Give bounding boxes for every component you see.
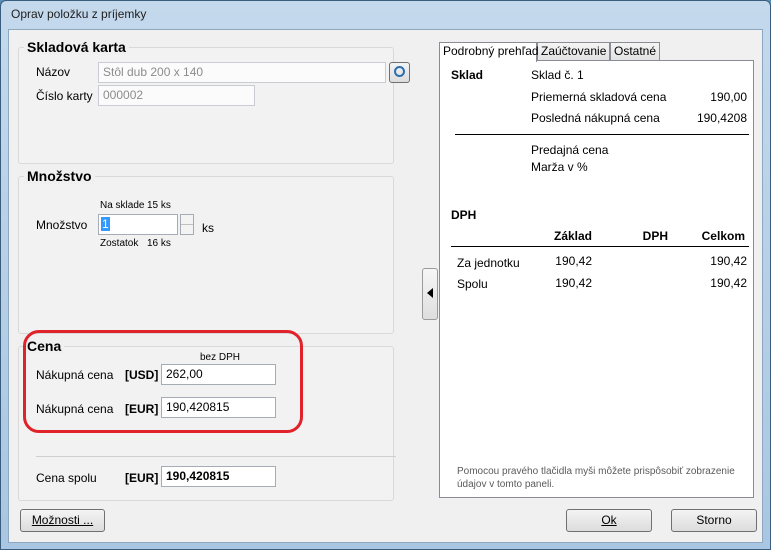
ok-button[interactable]: Ok (566, 509, 652, 532)
row-spolu-label: Spolu (457, 277, 488, 291)
mnozstvo-unit: ks (202, 221, 214, 235)
dph-header-divider (451, 246, 749, 247)
group-mnozstvo (18, 176, 394, 334)
row-za-jednotku-celkom: 190,42 (710, 254, 747, 268)
annotation-highlight (23, 330, 303, 433)
nazov-label: Názov (36, 65, 71, 79)
row-za-jednotku-label: Za jednotku (457, 256, 520, 270)
mnozstvo-label: Množstvo (36, 218, 88, 232)
detail-divider (455, 134, 749, 135)
window-title: Oprav položku z príjemky (11, 7, 147, 21)
cena-separator (36, 456, 396, 457)
dph-title: DPH (451, 208, 477, 222)
cislo-karty-field[interactable]: 000002 (98, 85, 255, 106)
col-celkom: Celkom (701, 229, 745, 243)
na-sklade-value: 15 ks (147, 200, 171, 211)
row-za-jednotku-zaklad: 190,42 (555, 254, 592, 268)
group-title-mnozstvo: Množstvo (24, 168, 95, 184)
panel-hint: Pomocou pravého tlačidla myši môžete pri… (457, 466, 735, 490)
priemerna-cena-label: Priemerná skladová cena (531, 90, 667, 104)
priemerna-cena-value: 190,00 (710, 90, 747, 104)
storno-label: Storno (696, 513, 732, 527)
dialog-window: Oprav položku z príjemky Skladová karta … (0, 0, 771, 550)
storno-button[interactable]: Storno (671, 509, 757, 532)
cena-spolu-field[interactable]: 190,420815 (161, 466, 276, 487)
tab-zauctovanie[interactable]: Zaúčtovanie (537, 42, 610, 61)
cena-spolu-label: Cena spolu (36, 471, 97, 485)
na-sklade-label: Na sklade (100, 200, 145, 211)
dialog-client-area: Skladová karta Názov Stôl dub 200 x 140 … (8, 29, 763, 543)
predajna-cena-label: Predajná cena (531, 143, 609, 157)
collapse-panel-button[interactable] (422, 268, 438, 320)
posledna-cena-value: 190,4208 (696, 111, 747, 125)
search-card-button[interactable] (389, 62, 410, 83)
chevron-left-icon (427, 288, 433, 298)
marza-label: Marža v % (531, 160, 588, 174)
mnozstvo-input[interactable]: 1 (98, 214, 178, 235)
tab-ostatne[interactable]: Ostatné (610, 42, 660, 61)
mnozstvo-value: 1 (101, 217, 110, 231)
mnozstvo-spinner[interactable] (180, 214, 194, 235)
spin-up-icon[interactable] (181, 215, 193, 225)
posledna-cena-label: Posledná nákupná cena (531, 111, 660, 125)
cislo-karty-label: Číslo karty (36, 89, 93, 103)
row-spolu-celkom: 190,42 (710, 276, 747, 290)
sklad-value: Sklad č. 1 (531, 68, 584, 82)
tab-podrobny-prehlad[interactable]: Podrobný prehľad (439, 42, 539, 62)
sklad-label: Sklad (451, 68, 484, 82)
detail-panel: Sklad Sklad č. 1 Priemerná skladová cena… (439, 60, 754, 498)
search-icon (394, 66, 405, 77)
zostatok-value: 16 ks (147, 238, 171, 249)
row-spolu-zaklad: 190,42 (555, 276, 592, 290)
nazov-field[interactable]: Stôl dub 200 x 140 (98, 62, 386, 83)
ok-label: Ok (601, 513, 617, 527)
zostatok-label: Zostatok (100, 238, 139, 249)
cena-spolu-currency: [EUR] (125, 471, 159, 485)
moznosti-label: Možnosti ... (31, 513, 94, 527)
group-title-skladova-karta: Skladová karta (24, 39, 129, 55)
col-dph: DPH (642, 229, 668, 243)
col-zaklad: Základ (553, 229, 592, 243)
moznosti-button[interactable]: Možnosti ... (20, 509, 105, 532)
